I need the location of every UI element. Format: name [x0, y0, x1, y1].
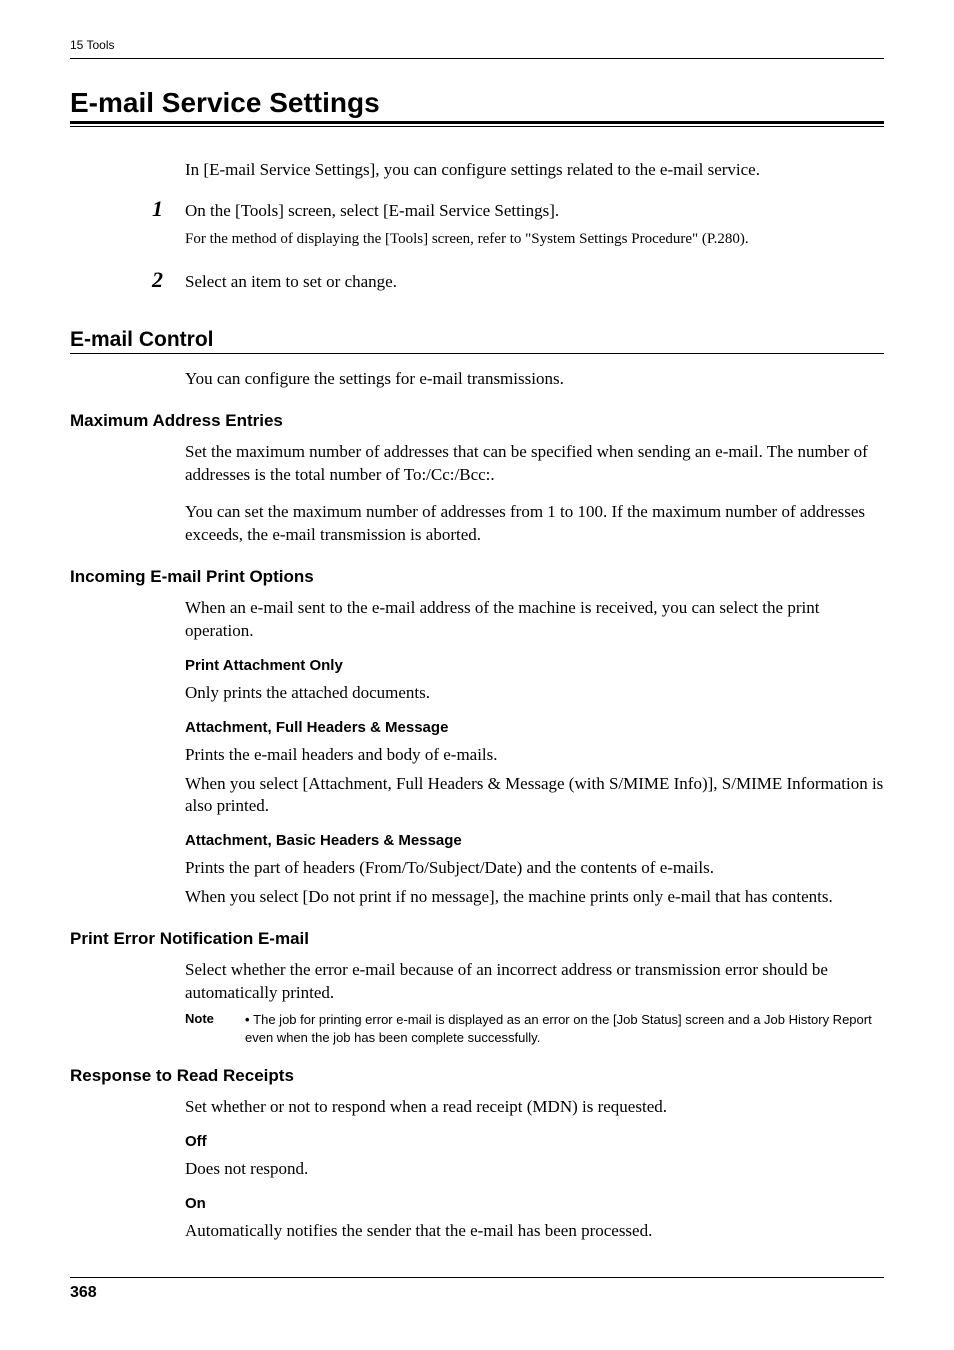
- read-rcpt-p: Set whether or not to respond when a rea…: [185, 1096, 884, 1119]
- note-label: Note: [185, 1011, 245, 1046]
- header-rule: [70, 58, 884, 59]
- step-text: Select an item to set or change.: [185, 271, 397, 294]
- step-1-sub: For the method of displaying the [Tools]…: [185, 229, 884, 249]
- note-text: The job for printing error e-mail is dis…: [245, 1011, 884, 1046]
- opt1-p: Only prints the attached documents.: [185, 682, 884, 705]
- step-1: 1 On the [Tools] screen, select [E-mail …: [152, 196, 884, 223]
- page-number: 368: [70, 1284, 884, 1302]
- h4-print-attachment-only: Print Attachment Only: [185, 657, 884, 674]
- opt2-p1: Prints the e-mail headers and body of e-…: [185, 744, 884, 767]
- h1-rule-thick: [70, 121, 884, 124]
- footer-rule: [70, 1277, 884, 1278]
- max-addr-p1: Set the maximum number of addresses that…: [185, 441, 884, 487]
- h3-read-receipts: Response to Read Receipts: [70, 1066, 884, 1086]
- opt3-p1: Prints the part of headers (From/To/Subj…: [185, 857, 884, 880]
- incoming-p1: When an e-mail sent to the e-mail addres…: [185, 597, 884, 643]
- step-2: 2 Select an item to set or change.: [152, 267, 884, 294]
- control-intro: You can configure the settings for e-mai…: [185, 368, 884, 391]
- on-p: Automatically notifies the sender that t…: [185, 1220, 884, 1243]
- max-addr-p2: You can set the maximum number of addres…: [185, 501, 884, 547]
- step-number: 2: [152, 267, 185, 293]
- step-text: On the [Tools] screen, select [E-mail Se…: [185, 200, 559, 223]
- h4-attachment-full: Attachment, Full Headers & Message: [185, 719, 884, 736]
- h3-print-error: Print Error Notification E-mail: [70, 929, 884, 949]
- page-title: E-mail Service Settings: [70, 87, 884, 119]
- h3-max-address: Maximum Address Entries: [70, 411, 884, 431]
- footer: 368: [70, 1277, 884, 1302]
- h3-incoming: Incoming E-mail Print Options: [70, 567, 884, 587]
- h4-off: Off: [185, 1133, 884, 1150]
- off-p: Does not respond.: [185, 1158, 884, 1181]
- opt2-p2: When you select [Attachment, Full Header…: [185, 773, 884, 819]
- h4-attachment-basic: Attachment, Basic Headers & Message: [185, 832, 884, 849]
- note-row: Note The job for printing error e-mail i…: [185, 1011, 884, 1046]
- h4-on: On: [185, 1195, 884, 1212]
- header-label: 15 Tools: [70, 38, 884, 52]
- h2-email-control: E-mail Control: [70, 328, 884, 352]
- step-number: 1: [152, 196, 185, 222]
- print-err-p: Select whether the error e-mail because …: [185, 959, 884, 1005]
- opt3-p2: When you select [Do not print if no mess…: [185, 886, 884, 909]
- h1-rule-thin: [70, 126, 884, 127]
- intro-paragraph: In [E-mail Service Settings], you can co…: [185, 159, 884, 182]
- h2-rule: [70, 353, 884, 354]
